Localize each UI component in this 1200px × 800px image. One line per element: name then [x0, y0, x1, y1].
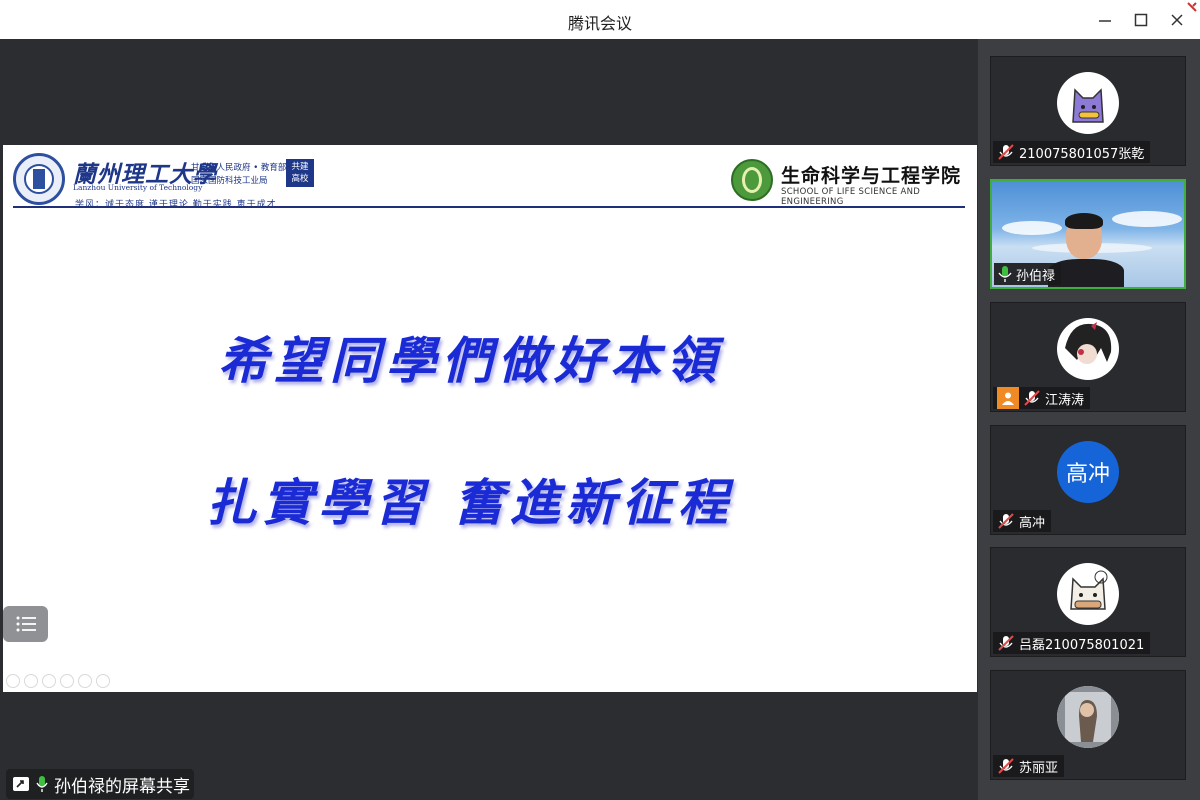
- participant-name: 孙伯禄: [1016, 268, 1056, 284]
- university-seal-icon: [13, 153, 65, 205]
- shared-screen[interactable]: 蘭州理工大學 Lanzhou University of Technology …: [3, 39, 977, 800]
- school-name-cn: 生命科学与工程学院: [781, 165, 962, 187]
- participant-tile[interactable]: 江涛涛: [990, 302, 1186, 412]
- anime-avatar-icon: [1057, 318, 1119, 380]
- maximize-icon: [1134, 13, 1148, 27]
- participant-name: 210075801057张乾: [1019, 146, 1145, 162]
- participant-tile[interactable]: 210075801057张乾: [990, 56, 1186, 166]
- mic-active-icon: [998, 266, 1012, 282]
- header-divider: [13, 206, 965, 208]
- next-slide-icon[interactable]: [24, 674, 38, 688]
- minimize-button[interactable]: [1093, 8, 1117, 32]
- participant-tile[interactable]: 高冲 高冲: [990, 425, 1186, 535]
- presentation-slide: 蘭州理工大學 Lanzhou University of Technology …: [3, 145, 977, 692]
- participant-name: 苏丽亚: [1019, 760, 1059, 776]
- university-name-en: Lanzhou University of Technology: [73, 183, 203, 192]
- participants-panel: 210075801057张乾 孙伯禄 江涛涛 高冲 高冲 吕磊210075801…: [978, 39, 1200, 800]
- participant-tile[interactable]: 苏丽亚: [990, 670, 1186, 780]
- screen-share-label: 孙伯禄的屏幕共享: [6, 769, 194, 799]
- title-bar: 腾讯会议: [0, 0, 1200, 39]
- more-options-icon[interactable]: [96, 674, 110, 688]
- speaker-person: [1048, 213, 1124, 287]
- school-logo-icon: [731, 159, 773, 201]
- participant-name-tag: 江涛涛: [993, 387, 1091, 409]
- cat-avatar-icon: [1057, 72, 1119, 134]
- participant-name: 江涛涛: [1045, 392, 1085, 408]
- slide-text-line-1: 希望同學們做好本領: [218, 331, 722, 390]
- participant-name: 高冲: [1019, 515, 1046, 531]
- participant-name-tag: 210075801057张乾: [993, 141, 1151, 163]
- participant-tile[interactable]: 吕磊210075801021: [990, 547, 1186, 657]
- mic-active-icon: [36, 776, 48, 792]
- slide-header: 蘭州理工大學 Lanzhou University of Technology …: [13, 151, 968, 210]
- minimize-icon: [1099, 20, 1111, 22]
- list-menu-icon: [16, 616, 36, 632]
- mic-muted-icon: [998, 758, 1014, 774]
- participant-name-tag: 吕磊210075801021: [993, 632, 1151, 654]
- participant-name-tag: 苏丽亚: [993, 755, 1065, 777]
- participant-name-tag: 孙伯禄: [994, 263, 1062, 285]
- person-icon: [997, 387, 1019, 409]
- school-name-en: SCHOOL OF LIFE SCIENCE AND ENGINEERING: [781, 187, 921, 207]
- maximize-button[interactable]: [1129, 8, 1153, 32]
- participant-name-tag: 高冲: [993, 510, 1052, 532]
- screen-share-owner: 孙伯禄的屏幕共享: [54, 776, 190, 797]
- mic-muted-icon: [998, 144, 1014, 160]
- mic-muted-icon: [1024, 390, 1040, 406]
- badge-line-1: 共建: [291, 162, 309, 172]
- close-icon: [1171, 14, 1183, 26]
- photo-avatar-icon: [1057, 686, 1119, 748]
- slides-grid-icon[interactable]: [60, 674, 74, 688]
- window-title: 腾讯会议: [567, 14, 632, 33]
- badge-line-2: 高校: [291, 174, 309, 184]
- meeting-window: 腾讯会议 蘭州理工大學 Lanzhou University of Techno…: [0, 0, 1200, 800]
- slide-text-line-2: 扎實學習 奮進新征程: [206, 473, 734, 532]
- participant-tile-active-speaker[interactable]: 孙伯禄: [990, 179, 1186, 289]
- zoom-icon[interactable]: [78, 674, 92, 688]
- pen-tool-icon[interactable]: [42, 674, 56, 688]
- sponsor-line-1: 甘肃省人民政府 • 教育部: [191, 163, 287, 173]
- mic-muted-icon: [998, 635, 1014, 651]
- toolbar-menu-button[interactable]: [3, 606, 48, 642]
- slide-toolbar: [6, 674, 110, 688]
- university-motto: 学风：诚于态度 谨于理论 勤于实践 恵于成才: [75, 200, 277, 210]
- initials-avatar: 高冲: [1057, 441, 1119, 503]
- sponsor-line-2: 国家国防科技工业局: [191, 176, 268, 186]
- recording-indicator-icon: [1187, 2, 1197, 12]
- cat-avatar-icon: [1057, 563, 1119, 625]
- participant-name: 吕磊210075801021: [1019, 637, 1145, 653]
- screen-share-icon: [13, 777, 29, 791]
- co-build-badge: 共建 高校: [286, 159, 314, 187]
- mic-muted-icon: [998, 513, 1014, 529]
- prev-slide-icon[interactable]: [6, 674, 20, 688]
